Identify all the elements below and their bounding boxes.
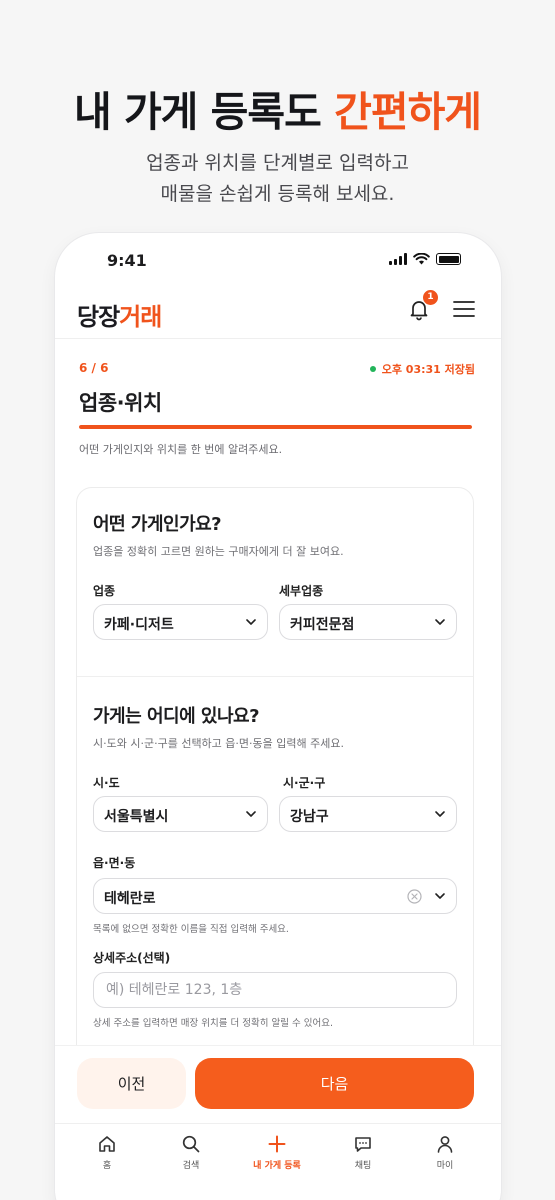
form-card: 어떤 가게인가요? 업종을 정확히 고르면 원하는 구매자에게 더 잘 보여요.… [76, 487, 474, 1067]
sido-select[interactable]: 서울특별시 [93, 796, 268, 832]
step-indicator: 6 / 6 [79, 361, 109, 375]
chevron-down-icon [246, 811, 256, 817]
promo-subtitle-line1: 업종과 위치를 단계별로 입력하고 [146, 152, 409, 174]
tab-my[interactable]: 마이 [415, 1134, 475, 1171]
tab-home-label: 홈 [102, 1161, 112, 1171]
chevron-down-icon[interactable] [434, 890, 446, 902]
dong-value: 테헤란로 [104, 891, 156, 907]
sido-label: 시·도 [93, 776, 120, 790]
location-question: 가게는 어디에 있나요? [93, 706, 260, 727]
promo-header: 내 가게 등록도 간편하게 업종과 위치를 단계별로 입력하고 매물을 손쉽게 … [0, 0, 555, 240]
promo-title-accent: 간편하게 [334, 88, 482, 136]
plus-icon [268, 1135, 286, 1153]
detail-address-input[interactable] [93, 972, 457, 1008]
subcategory-select[interactable]: 커피전문점 [279, 604, 457, 640]
search-icon [182, 1135, 200, 1153]
battery-icon [436, 253, 461, 265]
location-description: 시·도와 시·군·구를 선택하고 읍·면·동을 입력해 주세요. [93, 737, 344, 750]
promo-title-main: 내 가게 등록도 [73, 88, 335, 136]
tab-my-label: 마이 [436, 1161, 454, 1171]
menu-icon[interactable] [453, 300, 475, 318]
section-description: 어떤 가게인지와 위치를 한 번에 알려주세요. [79, 443, 283, 456]
phone-frame: 9:41 당장거래 1 6 / 6 오후 03:31 저장됨 업종·위치 어떤 … [55, 233, 501, 1200]
logo-part2: 거래 [119, 303, 162, 331]
next-button[interactable]: 다음 [195, 1058, 474, 1109]
promo-title: 내 가게 등록도 간편하게 [0, 78, 555, 138]
category-label: 업종 [93, 584, 116, 598]
clear-icon[interactable] [407, 889, 422, 904]
tab-search-label: 검색 [182, 1161, 200, 1171]
category-select[interactable]: 카페·디저트 [93, 604, 268, 640]
signal-icon [389, 253, 407, 265]
chevron-down-icon [246, 619, 256, 625]
saved-dot-icon [369, 366, 376, 372]
saved-status: 오후 03:31 저장됨 [369, 361, 475, 377]
prev-button[interactable]: 이전 [77, 1058, 186, 1109]
app-header: 당장거래 1 [55, 289, 501, 339]
dong-combobox[interactable]: 테헤란로 [93, 878, 457, 914]
detail-address-label: 상세주소(선택) [93, 951, 171, 965]
sigungu-label: 시·군·구 [283, 776, 326, 790]
chevron-down-icon [435, 619, 445, 625]
step-row: 6 / 6 오후 03:31 저장됨 [79, 361, 475, 377]
tab-search[interactable]: 검색 [161, 1134, 221, 1171]
business-question: 어떤 가게인가요? [93, 514, 222, 535]
tab-chat-label: 채팅 [354, 1161, 372, 1171]
section-title: 업종·위치 [79, 391, 162, 415]
action-bar: 이전 다음 [55, 1045, 501, 1123]
category-value: 카페·디저트 [104, 617, 174, 633]
tab-register-label: 내 가게 등록 [253, 1161, 301, 1171]
logo-part1: 당장 [77, 303, 120, 331]
bottom-tab-bar: 홈 검색 내 가게 등록 채팅 마이 [55, 1123, 501, 1193]
subcategory-label: 세부업종 [279, 584, 324, 598]
wifi-icon [413, 253, 430, 265]
tab-chat[interactable]: 채팅 [333, 1134, 393, 1171]
promo-subtitle-line2: 매물을 손쉽게 등록해 보세요. [160, 183, 395, 205]
progress-bar [79, 425, 472, 429]
progress-fill [79, 425, 472, 429]
business-description: 업종을 정확히 고르면 원하는 구매자에게 더 잘 보여요. [93, 545, 344, 558]
status-bar: 9:41 [55, 233, 501, 289]
tab-home[interactable]: 홈 [77, 1134, 137, 1171]
home-icon [99, 1136, 115, 1152]
user-icon [437, 1136, 453, 1153]
dong-label: 읍·면·동 [93, 856, 136, 870]
card-divider [77, 676, 473, 677]
subcategory-value: 커피전문점 [290, 617, 355, 633]
chevron-down-icon [435, 811, 445, 817]
notification-badge: 1 [423, 290, 438, 305]
promo-subtitle: 업종과 위치를 단계별로 입력하고 매물을 손쉽게 등록해 보세요. [0, 148, 555, 210]
tab-register[interactable]: 내 가게 등록 [247, 1134, 307, 1171]
detail-address-hint: 상세 주소를 입력하면 매장 위치를 더 정확히 알릴 수 있어요. [93, 1018, 333, 1029]
sigungu-select[interactable]: 강남구 [279, 796, 457, 832]
saved-label: 오후 03:31 저장됨 [381, 363, 475, 376]
app-logo[interactable]: 당장거래 [77, 297, 162, 332]
status-time: 9:41 [107, 251, 147, 270]
sido-value: 서울특별시 [104, 809, 169, 825]
sigungu-value: 강남구 [290, 809, 329, 825]
dong-hint: 목록에 없으면 정확한 이름을 직접 입력해 주세요. [93, 924, 289, 935]
chat-icon [355, 1137, 371, 1152]
status-icons [389, 253, 461, 265]
